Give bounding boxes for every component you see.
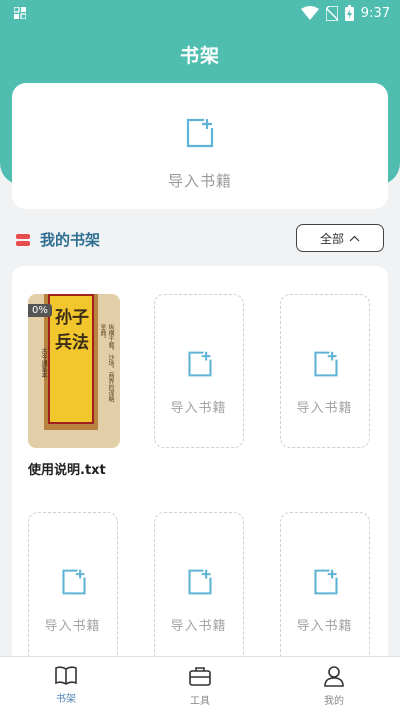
- chevron-up-icon: [349, 235, 360, 241]
- empty-book-slot[interactable]: 导入书籍: [280, 294, 370, 448]
- import-book-card[interactable]: 导入书籍: [12, 83, 388, 209]
- tab-label: 我的: [324, 696, 344, 707]
- cover-subtitle: 古今通鉴本: [40, 348, 47, 378]
- bottom-tab-bar: 书架 工具 我的: [0, 656, 400, 711]
- cover-title: 孙子兵法: [55, 308, 89, 353]
- import-file-icon: [314, 569, 338, 595]
- status-bar: 9:37: [0, 0, 400, 28]
- import-file-icon: [62, 569, 86, 595]
- reading-progress-badge: 0%: [28, 304, 52, 317]
- bookshelf-icon: [16, 234, 30, 246]
- import-file-icon: [188, 569, 212, 595]
- tab-profile[interactable]: 我的: [294, 665, 374, 707]
- import-file-icon: [186, 118, 214, 148]
- open-book-icon: [55, 666, 77, 685]
- status-time: 9:37: [360, 5, 390, 21]
- shelf-header: 我的书架 全部: [0, 222, 400, 258]
- import-book-label: 导入书籍: [170, 619, 227, 634]
- notification-icon: [14, 7, 26, 19]
- battery-charging-icon: [344, 5, 354, 21]
- import-book-label: 导入书籍: [167, 172, 232, 190]
- import-book-label: 导入书籍: [296, 619, 353, 634]
- shelf-title: 我的书架: [40, 231, 101, 249]
- import-book-label: 导入书籍: [296, 401, 353, 416]
- empty-book-slot[interactable]: 导入书籍: [280, 512, 370, 666]
- book-name[interactable]: 使用说明.txt: [28, 459, 106, 478]
- tab-label: 书架: [56, 694, 76, 705]
- filter-dropdown-button[interactable]: 全部: [296, 224, 384, 252]
- cover-side-text: 纵横千载，沙场，商界的谋略圣典。: [99, 324, 114, 402]
- toolbox-icon: [189, 667, 211, 686]
- empty-book-slot[interactable]: 导入书籍: [154, 294, 244, 448]
- import-file-icon: [188, 351, 212, 377]
- filter-label: 全部: [319, 231, 344, 246]
- empty-book-slot[interactable]: 导入书籍: [28, 512, 118, 666]
- import-file-icon: [314, 351, 338, 377]
- import-book-label: 导入书籍: [44, 619, 101, 634]
- tab-bookshelf[interactable]: 书架: [26, 665, 106, 705]
- user-icon: [324, 666, 344, 687]
- wifi-icon: [300, 6, 319, 20]
- cover-title-panel: 孙子兵法 古今通鉴本: [40, 294, 94, 424]
- tab-tools[interactable]: 工具: [160, 665, 240, 707]
- page-title: 书架: [179, 45, 220, 67]
- book-item[interactable]: 孙子兵法 古今通鉴本 纵横千载，沙场，商界的谋略圣典。 0% 使用说明.txt: [28, 294, 120, 478]
- book-cover[interactable]: 孙子兵法 古今通鉴本 纵横千载，沙场，商界的谋略圣典。 0%: [28, 294, 120, 448]
- import-book-label: 导入书籍: [170, 401, 227, 416]
- empty-book-slot[interactable]: 导入书籍: [154, 512, 244, 666]
- tab-label: 工具: [190, 696, 210, 707]
- no-sim-icon: [325, 5, 338, 21]
